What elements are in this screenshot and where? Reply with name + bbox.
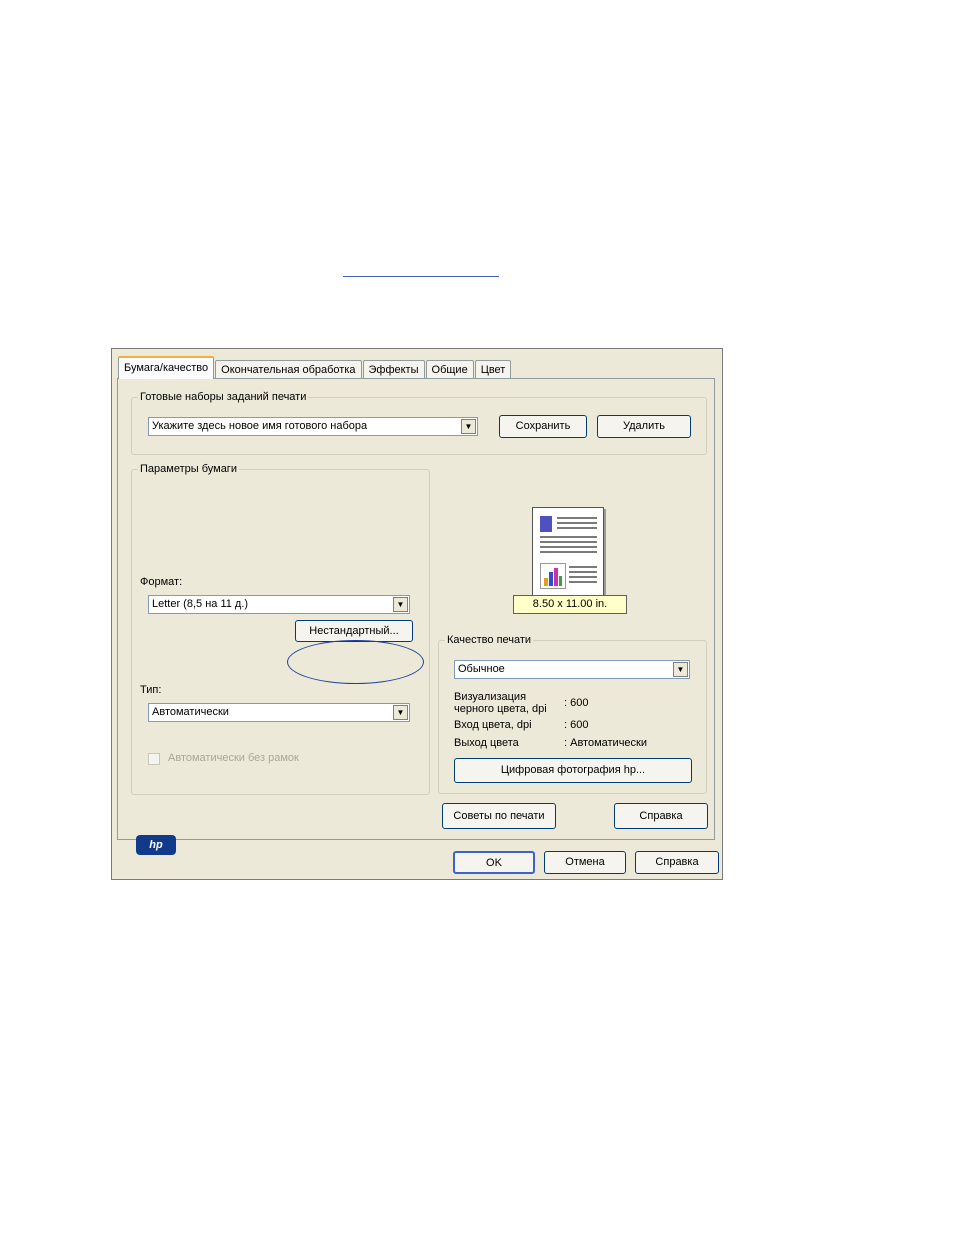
preset-name-value: Укажите здесь новое имя готового набора [152, 420, 368, 432]
ok-button[interactable]: OK [453, 851, 535, 874]
delete-preset-button[interactable]: Удалить [597, 415, 691, 438]
black-render-value: : 600 [564, 697, 589, 709]
tab-panel: Готовые наборы заданий печати Укажите зд… [117, 378, 715, 855]
save-preset-button[interactable]: Сохранить [499, 415, 587, 438]
tab-general[interactable]: Общие [425, 360, 474, 379]
preview-line [557, 527, 597, 529]
format-value: Letter (8,5 на 11 д.) [152, 598, 249, 610]
paper-options-legend: Параметры бумаги [140, 463, 237, 475]
chevron-down-icon[interactable]: ▼ [673, 662, 688, 677]
paper-size-readout: 8.50 x 11.00 in. [513, 595, 627, 614]
custom-size-button[interactable]: Нестандартный... [295, 620, 413, 642]
page-preview-image [532, 507, 604, 599]
color-input-label: Вход цвета, dpi [454, 719, 532, 731]
hyperlink-underline[interactable] [343, 276, 499, 277]
preview-line [540, 546, 597, 548]
highlight-ellipse [287, 640, 424, 684]
preview-line [569, 576, 597, 578]
format-select[interactable]: Letter (8,5 на 11 д.) ▼ [148, 595, 410, 614]
panel-help-button[interactable]: Справка [614, 803, 708, 829]
paper-type-select[interactable]: Автоматически ▼ [148, 703, 410, 722]
preview-line [557, 517, 597, 519]
tab-color[interactable]: Цвет [474, 360, 512, 379]
color-input-value: : 600 [564, 719, 589, 731]
chevron-down-icon[interactable]: ▼ [461, 419, 476, 434]
preview-line [569, 571, 597, 573]
color-output-label: Выход цвета [454, 737, 519, 749]
tab-strip: Бумага/качество Окончательная обработка … [118, 356, 512, 379]
print-quality-legend: Качество печати [447, 634, 532, 646]
tab-paper-quality[interactable]: Бумага/качество [118, 356, 215, 379]
preset-name-input[interactable]: Укажите здесь новое имя готового набора … [148, 417, 478, 436]
dialog-help-button[interactable]: Справка [635, 851, 719, 874]
print-quality-value: Обычное [458, 663, 505, 675]
printing-tips-button[interactable]: Советы по печати [442, 803, 556, 829]
tab-effects[interactable]: Эффекты [362, 360, 425, 379]
cancel-button[interactable]: Отмена [544, 851, 626, 874]
preview-line [540, 541, 597, 543]
preview-line [540, 551, 597, 553]
preview-line [569, 581, 597, 583]
print-properties-dialog: Бумага/качество Окончательная обработка … [111, 348, 723, 880]
tab-finishing[interactable]: Окончательная обработка [215, 360, 362, 379]
paper-type-value: Автоматически [152, 706, 229, 718]
preview-heading-block [540, 516, 552, 532]
preview-line [557, 522, 597, 524]
hp-logo-icon: hp [136, 835, 176, 855]
print-quality-select[interactable]: Обычное ▼ [454, 660, 690, 679]
presets-legend: Готовые наборы заданий печати [140, 391, 307, 403]
chevron-down-icon[interactable]: ▼ [393, 597, 408, 612]
black-render-label: Визуализация черного цвета, dpi [454, 691, 547, 715]
borderless-label: Автоматически без рамок [168, 752, 299, 764]
preview-line [540, 536, 597, 538]
digital-photo-button[interactable]: Цифровая фотография hp... [454, 758, 692, 783]
type-label: Тип: [140, 684, 162, 696]
borderless-checkbox[interactable] [148, 753, 160, 765]
format-label: Формат: [140, 576, 183, 588]
chevron-down-icon[interactable]: ▼ [393, 705, 408, 720]
preview-chart [540, 563, 566, 589]
preview-line [569, 566, 597, 568]
color-output-value: : Автоматически [564, 737, 648, 749]
